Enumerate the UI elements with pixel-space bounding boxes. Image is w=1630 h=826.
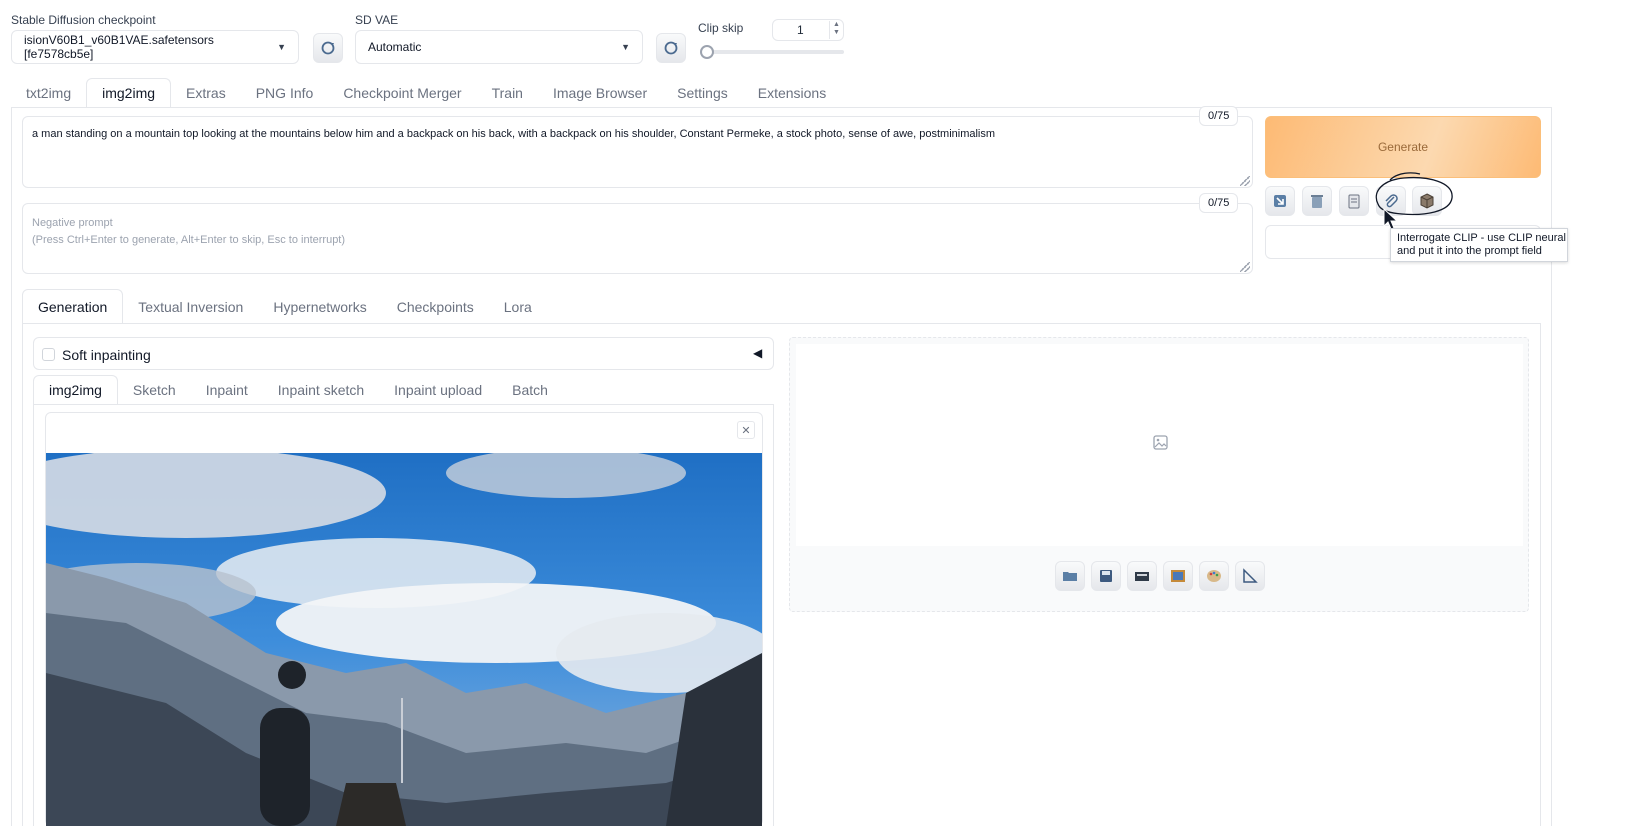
save-icon: [1100, 570, 1112, 582]
send-to-inpaint-button[interactable]: [1199, 561, 1229, 591]
send-to-img2img-button[interactable]: [1163, 561, 1193, 591]
prompt-textarea[interactable]: a man standing on a mountain top looking…: [22, 116, 1253, 188]
clip-skip-slider-track[interactable]: [700, 50, 844, 54]
tab-checkpoints[interactable]: Checkpoints: [382, 289, 489, 324]
trash-icon: [1311, 195, 1323, 208]
tab-extensions[interactable]: Extensions: [743, 78, 841, 108]
picture-frame-icon: [1171, 570, 1185, 582]
tab-divider: [11, 107, 1552, 108]
output-gallery-panel: [789, 337, 1529, 612]
trash-button[interactable]: [1302, 186, 1332, 216]
negative-token-counter: 0/75: [1199, 193, 1239, 213]
soft-inpainting-label: Soft inpainting: [62, 347, 151, 363]
zip-button[interactable]: [1127, 561, 1157, 591]
resize-grip-icon[interactable]: [1240, 262, 1250, 272]
main-tabs: txt2img img2img Extras PNG Info Checkpoi…: [11, 78, 841, 108]
prompt-token-counter: 0/75: [1199, 106, 1239, 126]
vae-dropdown[interactable]: Automatic ▼: [355, 30, 643, 64]
img-tab-divider: [33, 404, 774, 405]
archive-icon: [1135, 572, 1149, 581]
chevron-down-icon: ▼: [277, 42, 286, 52]
refresh-vae-button[interactable]: [656, 33, 686, 63]
open-folder-button[interactable]: [1055, 561, 1085, 591]
tab-hypernetworks[interactable]: Hypernetworks: [258, 289, 381, 324]
clip-skip-stepper[interactable]: 1 ▲ ▼: [772, 19, 844, 41]
folder-icon: [1063, 572, 1077, 581]
sub-tab-divider: [22, 323, 1541, 324]
tab-inpaint-upload[interactable]: Inpaint upload: [379, 375, 497, 405]
tab-settings[interactable]: Settings: [662, 78, 743, 108]
clipboard-icon: [1348, 194, 1360, 209]
annotation-circle: [1375, 172, 1453, 216]
negative-prompt-placeholder: Negative prompt: [32, 217, 113, 229]
tab-img2img[interactable]: img2img: [86, 78, 172, 108]
palette-icon: [1207, 570, 1221, 582]
tooltip: Interrogate CLIP - use CLIP neural and p…: [1390, 228, 1568, 262]
panel-left-border: [11, 107, 12, 826]
triangle-ruler-icon: [1243, 568, 1258, 583]
sub-panel-left-border: [22, 323, 23, 826]
generate-button[interactable]: Generate: [1265, 116, 1541, 178]
tab-txt2img[interactable]: txt2img: [11, 78, 86, 108]
tab-train[interactable]: Train: [477, 78, 538, 108]
tab-batch[interactable]: Batch: [497, 375, 563, 405]
tab-generation[interactable]: Generation: [22, 289, 124, 324]
chevron-down-icon: ▼: [621, 42, 630, 52]
close-icon[interactable]: ✕: [737, 421, 755, 439]
vae-value: Automatic: [368, 40, 422, 54]
refresh-icon: [321, 41, 335, 55]
resize-grip-icon[interactable]: [1240, 176, 1250, 186]
panel-right-border: [1551, 107, 1552, 826]
tab-extras[interactable]: Extras: [171, 78, 241, 108]
send-to-extras-button[interactable]: [1235, 561, 1265, 591]
prompt-text: a man standing on a mountain top looking…: [32, 128, 996, 140]
tab-png-info[interactable]: PNG Info: [241, 78, 329, 108]
mountain-photo: [46, 453, 762, 826]
tab-image-browser[interactable]: Image Browser: [538, 78, 662, 108]
sub-tabs: Generation Textual Inversion Hypernetwor…: [22, 289, 547, 324]
stepper-arrows-icon[interactable]: ▲ ▼: [829, 21, 843, 39]
soft-inpainting-accordion[interactable]: Soft inpainting ◀: [33, 337, 774, 370]
clip-skip-slider-knob[interactable]: [700, 45, 714, 59]
tab-sketch[interactable]: Sketch: [118, 375, 191, 405]
clip-skip-label: Clip skip: [698, 21, 744, 35]
checkpoint-value: isionV60B1_v60B1VAE.safetensors [fe7578c…: [24, 33, 214, 61]
checkpoint-label: Stable Diffusion checkpoint: [11, 13, 156, 27]
tooltip-line2: and put it into the prompt field: [1397, 245, 1542, 257]
sub-panel-right-border: [1540, 323, 1541, 826]
tooltip-line1: Interrogate CLIP - use CLIP neural: [1397, 232, 1566, 244]
read-params-button[interactable]: [1265, 186, 1295, 216]
clipboard-button[interactable]: [1339, 186, 1369, 216]
vae-label: SD VAE: [355, 13, 399, 27]
tab-lora[interactable]: Lora: [489, 289, 547, 324]
clip-skip-value: 1: [797, 23, 804, 37]
negative-prompt-textarea[interactable]: Negative prompt (Press Ctrl+Enter to gen…: [22, 203, 1253, 274]
refresh-checkpoint-button[interactable]: [313, 33, 343, 63]
tab-inpaint[interactable]: Inpaint: [191, 375, 263, 405]
negative-prompt-hint: (Press Ctrl+Enter to generate, Alt+Enter…: [32, 234, 346, 246]
tab-textual-inversion[interactable]: Textual Inversion: [123, 289, 258, 324]
collapse-triangle-icon[interactable]: ◀: [753, 346, 762, 360]
tab-img2img-mode[interactable]: img2img: [33, 375, 118, 405]
save-button[interactable]: [1091, 561, 1121, 591]
input-image: [46, 453, 762, 826]
checkpoint-dropdown[interactable]: isionV60B1_v60B1VAE.safetensors [fe7578c…: [11, 30, 299, 64]
img-panel-right-border: [773, 404, 774, 826]
arrow-in-icon: [1274, 195, 1286, 207]
img-tabs: img2img Sketch Inpaint Inpaint sketch In…: [33, 375, 563, 405]
img-panel-left-border: [33, 404, 34, 826]
tab-inpaint-sketch[interactable]: Inpaint sketch: [263, 375, 379, 405]
refresh-icon: [664, 41, 678, 55]
tab-checkpoint-merger[interactable]: Checkpoint Merger: [328, 78, 476, 108]
image-placeholder-icon: [1153, 435, 1168, 450]
soft-inpainting-checkbox[interactable]: [42, 348, 55, 361]
